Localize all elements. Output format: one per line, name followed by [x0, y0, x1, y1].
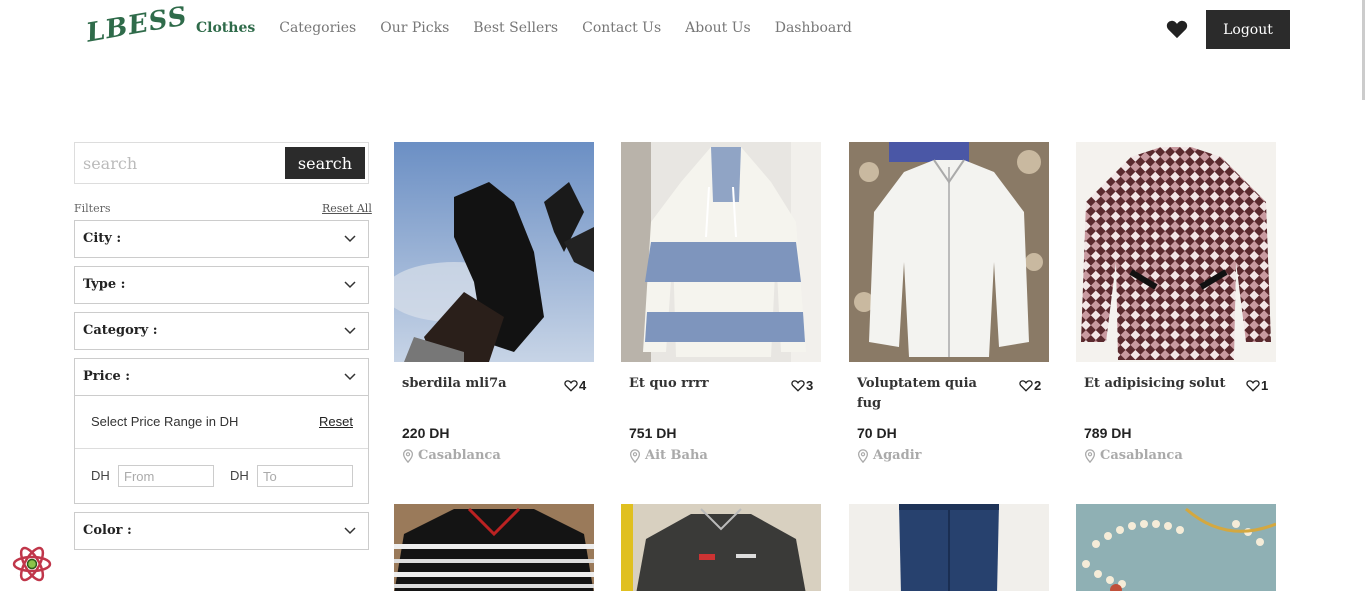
product-image[interactable]: [394, 142, 594, 362]
product-image[interactable]: [1076, 142, 1276, 362]
product-location: Ait Baha: [629, 448, 708, 463]
chevron-down-icon: [344, 235, 356, 243]
product-city: Casablanca: [418, 448, 501, 463]
filter-price-label: Price :: [83, 369, 131, 384]
main-nav: Clothes Categories Our Picks Best Seller…: [196, 20, 876, 36]
divider: [75, 448, 368, 449]
chevron-down-icon: [344, 373, 356, 381]
nav-clothes[interactable]: Clothes: [196, 20, 255, 36]
filters-label: Filters: [74, 202, 111, 215]
product-price: 789 DH: [1084, 425, 1132, 441]
nav-contact-us[interactable]: Contact Us: [582, 20, 661, 36]
filter-city[interactable]: City :: [74, 220, 369, 258]
price-range-label: Select Price Range in DH: [91, 414, 239, 429]
product-title[interactable]: Et quo rrrr: [629, 374, 774, 394]
location-pin-icon: [1084, 448, 1096, 463]
filter-category-label: Category :: [83, 323, 158, 338]
price-reset-link[interactable]: Reset: [319, 414, 353, 429]
heart-outline-icon: [791, 380, 805, 392]
search-input[interactable]: [83, 148, 283, 178]
chevron-down-icon: [344, 327, 356, 335]
likes-count[interactable]: 4: [564, 378, 586, 393]
heart-outline-icon: [564, 380, 578, 392]
product-image[interactable]: [394, 504, 594, 591]
chevron-down-icon: [344, 527, 356, 535]
product-image[interactable]: [849, 142, 1049, 362]
search-button[interactable]: search: [285, 147, 365, 179]
likes-value: 1: [1261, 378, 1269, 393]
likes-value: 2: [1034, 378, 1042, 393]
filter-color[interactable]: Color :: [74, 512, 369, 550]
likes-value: 3: [806, 378, 814, 393]
product-city: Agadir: [873, 448, 922, 463]
header: LBESS Clothes Categories Our Picks Best …: [0, 0, 1365, 100]
location-pin-icon: [629, 448, 641, 463]
price-panel: Select Price Range in DH Reset DH DH: [74, 396, 369, 504]
nav-best-sellers[interactable]: Best Sellers: [473, 20, 558, 36]
nav-our-picks[interactable]: Our Picks: [380, 20, 449, 36]
heart-outline-icon: [1246, 380, 1260, 392]
filter-price[interactable]: Price :: [74, 358, 369, 396]
location-pin-icon: [857, 448, 869, 463]
product-city: Casablanca: [1100, 448, 1183, 463]
product-location: Casablanca: [402, 448, 501, 463]
heart-outline-icon: [1019, 380, 1033, 392]
filter-color-label: Color :: [83, 523, 132, 538]
price-from-input[interactable]: [118, 465, 214, 487]
filter-category[interactable]: Category :: [74, 312, 369, 350]
likes-count[interactable]: 3: [791, 378, 813, 393]
price-to-input[interactable]: [257, 465, 353, 487]
currency-label-to: DH: [230, 468, 249, 483]
product-title[interactable]: Voluptatem quia fug: [857, 374, 1002, 414]
logout-button[interactable]: Logout: [1206, 10, 1290, 49]
product-city: Ait Baha: [645, 448, 708, 463]
nav-dashboard[interactable]: Dashboard: [775, 20, 852, 36]
product-price: 70 DH: [857, 425, 897, 441]
filter-city-label: City :: [83, 231, 122, 246]
product-location: Casablanca: [1084, 448, 1183, 463]
product-image[interactable]: [849, 504, 1049, 591]
filter-type[interactable]: Type :: [74, 266, 369, 304]
filter-type-label: Type :: [83, 277, 126, 292]
nav-categories[interactable]: Categories: [279, 20, 356, 36]
favorites-heart-icon[interactable]: [1166, 19, 1188, 39]
product-price: 220 DH: [402, 425, 450, 441]
likes-count[interactable]: 1: [1246, 378, 1268, 393]
currency-label-from: DH: [91, 468, 110, 483]
product-price: 751 DH: [629, 425, 677, 441]
product-image[interactable]: [621, 504, 821, 591]
product-title[interactable]: sberdila mli7a: [402, 374, 547, 394]
nav-about-us[interactable]: About Us: [685, 20, 751, 36]
chevron-down-icon: [344, 281, 356, 289]
product-image[interactable]: [621, 142, 821, 362]
likes-count[interactable]: 2: [1019, 378, 1041, 393]
likes-value: 4: [579, 378, 587, 393]
search-box: search: [74, 142, 369, 184]
reset-all-link[interactable]: Reset All: [322, 202, 372, 215]
react-devtools-icon[interactable]: [11, 543, 53, 585]
product-image[interactable]: [1076, 504, 1276, 591]
product-location: Agadir: [857, 448, 921, 463]
location-pin-icon: [402, 448, 414, 463]
logo[interactable]: LBESS: [84, 1, 190, 48]
product-title[interactable]: Et adipisicing solut: [1084, 374, 1229, 394]
